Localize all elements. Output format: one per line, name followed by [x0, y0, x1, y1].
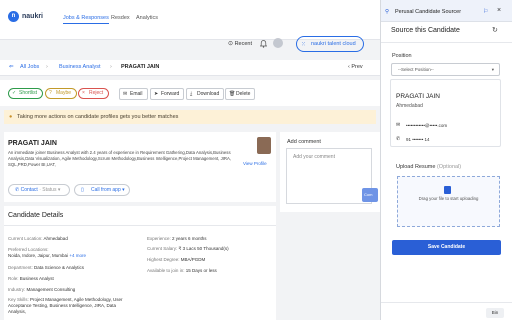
nav-analytics[interactable]: Analytics	[136, 15, 158, 21]
status-label: · Status ▾	[39, 187, 61, 193]
trash-icon: 🗑	[229, 91, 236, 97]
close-icon[interactable]: ×	[497, 7, 501, 14]
detail-experience: Experience: 2 years 6 months	[147, 236, 207, 241]
recent-label: Recent	[234, 41, 252, 47]
refresh-icon[interactable]: ↻	[492, 26, 498, 34]
candidate-details-title: Candidate Details	[8, 212, 64, 219]
nav-resdex[interactable]: Resdex	[111, 15, 130, 21]
divider	[381, 42, 512, 43]
forward-label: Forward	[161, 91, 180, 97]
detail-industry: Industry: Management Consulting	[8, 287, 76, 292]
bin-button[interactable]: Bin	[486, 308, 504, 318]
panel-email: ••••••••••••@•••••.com	[406, 123, 448, 128]
detail-department: Department: Data Science & Analytics	[8, 265, 85, 270]
position-select-value: --Select Position--	[398, 67, 434, 72]
clock-icon: ⊙	[228, 41, 234, 47]
prev-button[interactable]: ‹ Prev	[348, 64, 363, 70]
chevron-down-icon: ▾	[491, 67, 494, 72]
recent-button[interactable]: ⊙ Recent	[228, 40, 252, 47]
chevron-right-icon: ›	[110, 64, 112, 70]
position-label: Position	[392, 53, 412, 59]
bulb-icon: ●	[9, 114, 13, 120]
position-select[interactable]: --Select Position-- ▾	[391, 63, 500, 76]
avatar[interactable]	[273, 38, 283, 48]
download-button[interactable]: ⤓ Download	[186, 88, 225, 100]
detail-available-to-join: Available to join in: 15 Days or less	[147, 268, 217, 273]
brand-name[interactable]: naukri	[22, 13, 43, 20]
save-candidate-button[interactable]: Save Candidate	[392, 240, 501, 255]
download-label: Download	[197, 91, 220, 97]
tip-banner: ● Taking more actions on candidate profi…	[4, 110, 376, 124]
reject-button[interactable]: × Reject	[78, 88, 110, 99]
upload-resume-label: Upload Resume (Optional)	[396, 164, 462, 170]
breadcrumb-job[interactable]: Business Analyst	[59, 64, 101, 70]
sourcer-panel	[381, 0, 512, 320]
call-label: Call from app	[91, 187, 121, 193]
mail-icon: ✉	[123, 91, 128, 97]
breadcrumb-candidate: PRAGATI JAIN	[121, 64, 160, 70]
divider	[381, 302, 512, 303]
breadcrumb-back-icon[interactable]: ⇐	[9, 64, 14, 70]
nav-jobs-responses[interactable]: Jobs & Responses	[63, 15, 109, 24]
candidate-photo	[257, 137, 271, 154]
shortlist-label: Shortlist	[19, 90, 38, 96]
email-icon: ✉	[396, 122, 401, 128]
maybe-label: Maybe	[56, 90, 72, 96]
phone-icon: ✆	[396, 136, 401, 142]
download-icon: ⤓	[190, 91, 193, 97]
panel-phone: 91 ••••••• 14	[406, 137, 430, 142]
talent-cloud-label: naukri talent cloud	[311, 41, 356, 47]
bell-icon[interactable]	[260, 40, 267, 48]
email-label: Email	[130, 91, 143, 97]
breadcrumb-all-jobs[interactable]: All Jobs	[20, 64, 39, 70]
comment-input[interactable]: Add your comment	[286, 148, 372, 204]
sourcer-logo-icon: ⚲	[385, 9, 390, 15]
view-profile-link[interactable]: View Profile	[243, 161, 267, 166]
comment-submit-button[interactable]: Com	[362, 188, 378, 202]
prev-label: Prev	[351, 64, 363, 70]
detail-preferred-locations: Preferred Locations: Noida, Indore, Jaipu…	[8, 247, 86, 258]
panel-candidate-city: Ahmedabad	[396, 103, 423, 109]
sourcer-panel-title: Perusal Candidate Sourcer	[395, 9, 462, 15]
upload-hint: Drag your file to start uploading	[418, 196, 479, 201]
check-icon: ✓	[12, 90, 17, 96]
detail-key-skills: Key Skills: Project Management, Agile Me…	[8, 297, 123, 314]
detail-current-salary: Current Salary: ₹ 3 Lacs 50 Thousand(s)	[147, 246, 229, 251]
talent-cloud-button[interactable]: ⁙ naukri talent cloud	[296, 36, 364, 52]
detail-role: Role: Business Analyst	[8, 276, 54, 281]
forward-icon: ➤	[154, 91, 159, 97]
source-candidate-heading: Source this Candidate	[391, 27, 460, 34]
upload-dropzone[interactable]	[397, 176, 500, 227]
candidate-name: PRAGATI JAIN	[8, 140, 57, 147]
tip-text: Taking more actions on candidate profile…	[17, 114, 179, 120]
breadcrumb-bar	[0, 60, 380, 76]
mobile-icon: ▯	[81, 187, 84, 193]
contact-status-dropdown[interactable]: ✆ Contact · Status ▾	[8, 184, 70, 196]
grid-icon: ⁙	[301, 42, 307, 48]
reject-label: Reject	[89, 90, 104, 96]
email-button[interactable]: ✉ Email	[119, 88, 148, 100]
pin-icon[interactable]: ⚐	[483, 8, 488, 15]
forward-button[interactable]: ➤ Forward	[150, 88, 185, 100]
file-upload-icon	[444, 186, 451, 194]
delete-label: Delete	[236, 91, 251, 97]
contact-label: Contact	[20, 187, 38, 193]
delete-button[interactable]: 🗑 Delete	[225, 88, 256, 100]
chevron-down-icon: ▾	[122, 187, 125, 193]
top-navigation-bar	[0, 0, 380, 40]
comment-heading: Add comment	[287, 139, 321, 145]
panel-candidate-name: PRAGATI JAIN	[396, 93, 440, 100]
call-from-app-button[interactable]: ▯ Call from app ▾	[74, 184, 130, 196]
divider	[4, 225, 276, 226]
more-locations-link[interactable]: +4 more	[69, 253, 86, 258]
candidate-summary: An immediate joiner Business Analyst wit…	[8, 150, 232, 168]
close-icon: ×	[82, 90, 85, 96]
maybe-button[interactable]: ? Maybe	[45, 88, 78, 99]
detail-current-location: Current Location: Ahmedabad	[8, 236, 68, 241]
detail-highest-degree: Highest Degree: MBA/PGDM	[147, 257, 206, 262]
shortlist-button[interactable]: ✓ Shortlist	[8, 88, 44, 99]
question-icon: ?	[49, 90, 52, 96]
chevron-right-icon: ›	[46, 64, 48, 70]
naukri-logo-icon[interactable]: n	[8, 11, 19, 22]
